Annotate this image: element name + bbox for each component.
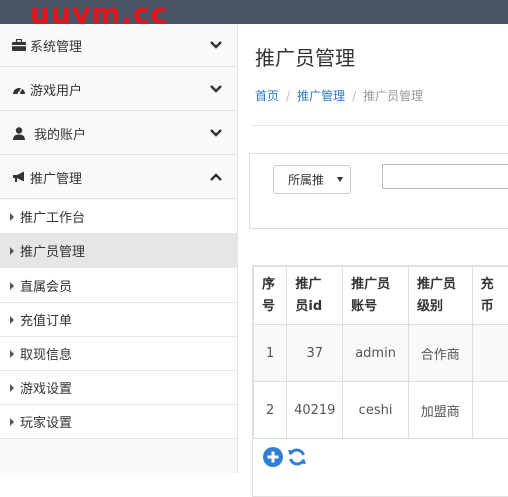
caret-right-icon <box>10 418 14 426</box>
table-header-row: 序号 推广员id 推广员账号 推广员级别 充币 <box>254 267 508 325</box>
promoter-table-panel: 序号 推广员id 推广员账号 推广员级别 充币 1 37 admin 合作商 2 <box>252 265 508 497</box>
column-header-recharge: 充币 <box>472 267 508 325</box>
bullhorn-icon <box>11 170 27 184</box>
cell-index: 2 <box>254 382 287 439</box>
breadcrumb-current: 推广员管理 <box>363 89 423 103</box>
column-header-promoter-id: 推广员id <box>287 267 343 325</box>
section-label: 系统管理 <box>30 36 82 55</box>
user-icon <box>11 126 27 140</box>
sidebar-section-my-account[interactable]: 我的账户 <box>0 112 237 155</box>
caret-down-icon <box>337 177 343 182</box>
column-header-index: 序号 <box>254 267 287 325</box>
cell-recharge <box>472 382 508 439</box>
chevron-down-icon <box>209 38 223 52</box>
add-icon[interactable] <box>263 447 283 467</box>
breadcrumb-separator: / <box>352 89 356 103</box>
cell-recharge <box>472 325 508 382</box>
breadcrumb: 首页 / 推广管理 / 推广员管理 <box>255 87 423 104</box>
table-row[interactable]: 2 40219 ceshi 加盟商 <box>254 382 508 439</box>
caret-right-icon <box>10 247 14 255</box>
breadcrumb-promotion-link[interactable]: 推广管理 <box>297 89 345 103</box>
caret-right-icon <box>10 316 14 324</box>
caret-right-icon <box>10 384 14 392</box>
promoter-table: 序号 推广员id 推广员账号 推广员级别 充币 1 37 admin 合作商 2 <box>253 266 508 439</box>
filter-panel: 所属推 <box>249 153 508 229</box>
sidebar-item-promo-dashboard[interactable]: 推广工作台 <box>0 200 237 234</box>
sidebar-item-label: 游戏设置 <box>20 378 72 397</box>
table-toolbar <box>263 447 307 467</box>
sidebar-item-game-settings[interactable]: 游戏设置 <box>0 371 237 405</box>
section-label: 游戏用户 <box>30 80 82 99</box>
sidebar-item-label: 取现信息 <box>20 344 72 363</box>
cell-level: 合作商 <box>408 325 472 382</box>
dashboard-icon <box>11 82 27 96</box>
sidebar-item-direct-members[interactable]: 直属会员 <box>0 269 237 303</box>
sidebar-item-label: 推广工作台 <box>20 207 85 226</box>
sidebar-section-system[interactable]: 系统管理 <box>0 24 237 67</box>
sidebar-item-recharge-orders[interactable]: 充值订单 <box>0 303 237 337</box>
sidebar: 系统管理 游戏用户 我的账户 推广管理 推广工作台 推广员管理 直属会员 充 <box>0 24 238 473</box>
caret-right-icon <box>10 213 14 221</box>
sidebar-item-label: 推广员管理 <box>20 241 85 260</box>
chevron-down-icon <box>209 126 223 140</box>
table-row[interactable]: 1 37 admin 合作商 <box>254 325 508 382</box>
breadcrumb-home-link[interactable]: 首页 <box>255 89 279 103</box>
sidebar-item-label: 充值订单 <box>20 310 72 329</box>
column-header-promoter-account: 推广员账号 <box>343 267 409 325</box>
select-value: 所属推 <box>288 171 324 188</box>
cell-index: 1 <box>254 325 287 382</box>
sidebar-item-promoter-management[interactable]: 推广员管理 <box>0 234 237 268</box>
cell-account: admin <box>343 325 409 382</box>
chevron-up-icon <box>209 170 223 184</box>
sidebar-item-label: 玩家设置 <box>20 412 72 431</box>
promoter-filter-select[interactable]: 所属推 <box>273 165 351 194</box>
page-title: 推广员管理 <box>255 42 355 71</box>
section-label: 推广管理 <box>30 168 82 187</box>
divider <box>252 125 508 126</box>
sidebar-item-withdraw-info[interactable]: 取现信息 <box>0 337 237 371</box>
search-input[interactable] <box>382 164 508 189</box>
breadcrumb-separator: / <box>286 89 290 103</box>
sidebar-item-label: 直属会员 <box>20 276 72 295</box>
sidebar-section-promotion[interactable]: 推广管理 <box>0 156 237 199</box>
cell-level: 加盟商 <box>408 382 472 439</box>
briefcase-icon <box>11 38 27 52</box>
cell-promoter-id: 40219 <box>287 382 343 439</box>
section-label: 我的账户 <box>34 124 86 143</box>
column-header-promoter-level: 推广员级别 <box>408 267 472 325</box>
cell-promoter-id: 37 <box>287 325 343 382</box>
cell-account: ceshi <box>343 382 409 439</box>
sidebar-item-player-settings[interactable]: 玩家设置 <box>0 405 237 439</box>
chevron-down-icon <box>209 82 223 96</box>
caret-right-icon <box>10 282 14 290</box>
sidebar-section-game-users[interactable]: 游戏用户 <box>0 68 237 111</box>
caret-right-icon <box>10 350 14 358</box>
refresh-icon[interactable] <box>287 447 307 467</box>
main-content: 推广员管理 首页 / 推广管理 / 推广员管理 所属推 序号 推广员id 推广员账号 推… <box>238 24 508 473</box>
